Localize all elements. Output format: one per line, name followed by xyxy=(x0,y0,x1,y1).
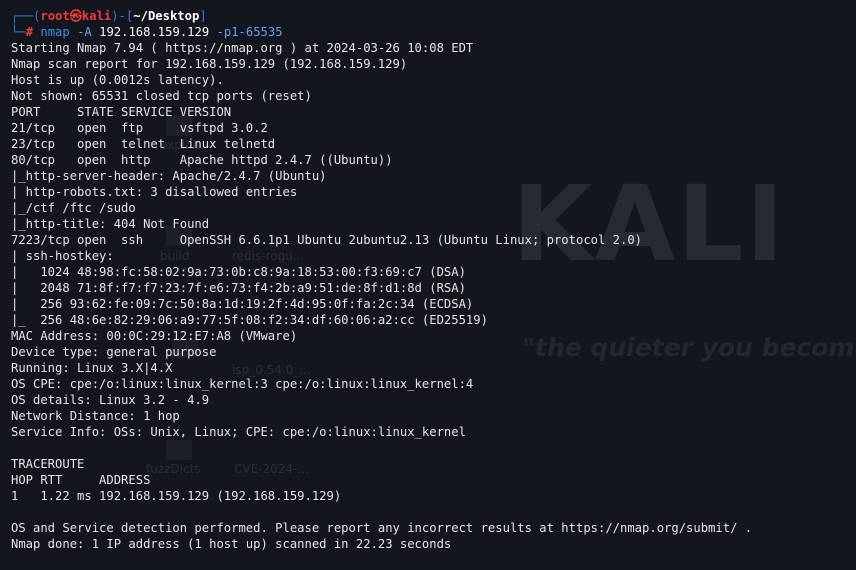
output-line: 7223/tcp open ssh OpenSSH 6.6.1p1 Ubuntu… xyxy=(11,233,643,247)
output-line: 1 1.22 ms 192.168.159.129 (192.168.159.1… xyxy=(11,489,342,503)
prompt-frame: ┌──( xyxy=(11,9,41,23)
output-line: Nmap scan report for 192.168.159.129 (19… xyxy=(11,57,408,71)
output-line: | 1024 48:98:fc:58:02:9a:73:0b:c8:9a:18:… xyxy=(11,265,466,279)
prompt-frame-mid: )-[ xyxy=(111,9,134,23)
output-line: |_http-title: 404 Not Found xyxy=(11,217,210,231)
output-line: 80/tcp open http Apache httpd 2.4.7 ((Ub… xyxy=(11,153,393,167)
output-line: 21/tcp open ftp vsftpd 3.0.2 xyxy=(11,121,268,135)
output-line: OS and Service detection performed. Plea… xyxy=(11,521,753,535)
output-line: Service Info: OSs: Unix, Linux; CPE: cpe… xyxy=(11,425,466,439)
output-line: OS CPE: cpe:/o:linux:linux_kernel:3 cpe:… xyxy=(11,377,474,391)
command-line: └─# nmap -A 192.168.159.129 -p1-65535 xyxy=(11,24,752,40)
output-line: 23/tcp open telnet Linux telnetd xyxy=(11,137,276,151)
prompt-path: ~/Desktop xyxy=(133,9,200,23)
output-line: Device type: general purpose xyxy=(11,345,217,359)
output-line: Network Distance: 1 hop xyxy=(11,409,180,423)
output-line: Running: Linux 3.X|4.X xyxy=(11,361,173,375)
output-line: HOP RTT ADDRESS xyxy=(11,473,151,487)
output-line: TRACEROUTE xyxy=(11,457,85,471)
output-line: |_/ctf /ftc /sudo xyxy=(11,201,136,215)
output-line: Host is up (0.0012s latency). xyxy=(11,73,224,87)
command-ports: -p1-65535 xyxy=(216,25,283,39)
output-line: | http-robots.txt: 3 disallowed entries xyxy=(11,185,298,199)
output-line: |_http-server-header: Apache/2.4.7 (Ubun… xyxy=(11,169,327,183)
output-line: Not shown: 65531 closed tcp ports (reset… xyxy=(11,89,312,103)
output-line: |_ 256 48:6e:82:29:06:a9:77:5f:08:f2:34:… xyxy=(11,313,488,327)
output-line: Nmap done: 1 IP address (1 host up) scan… xyxy=(11,537,452,551)
skull-icon: ㉿ xyxy=(69,9,82,23)
command-output: Starting Nmap 7.94 ( https://nmap.org ) … xyxy=(11,40,752,552)
prompt-hash: # xyxy=(25,25,34,39)
prompt-host: kali xyxy=(81,9,112,23)
output-line: PORT STATE SERVICE VERSION xyxy=(11,105,232,119)
command-target: 192.168.159.129 xyxy=(99,25,210,39)
command-option: -A xyxy=(77,25,92,39)
prompt-user: root xyxy=(40,9,70,23)
output-line: OS details: Linux 3.2 - 4.9 xyxy=(11,393,210,407)
output-line: | 256 93:62:fe:09:7c:50:8a:1d:19:2f:4d:9… xyxy=(11,297,474,311)
terminal-content: ┌──(root㉿kali)-[~/Desktop] └─# nmap -A 1… xyxy=(11,8,752,552)
terminal-window[interactable]: KALI "the quieter you become exploit... … xyxy=(0,0,856,570)
prompt-frame-bottom: └─ xyxy=(11,25,26,39)
output-line: | ssh-hostkey: xyxy=(11,249,114,263)
prompt-frame-end: ] xyxy=(199,9,207,23)
output-line: MAC Address: 00:0C:29:12:E7:A8 (VMware) xyxy=(11,329,298,343)
output-line: Starting Nmap 7.94 ( https://nmap.org ) … xyxy=(11,41,474,55)
output-line: | 2048 71:8f:f7:f7:23:7f:e6:73:f4:2b:a9:… xyxy=(11,281,466,295)
command-name: nmap xyxy=(40,25,70,39)
prompt-line: ┌──(root㉿kali)-[~/Desktop] xyxy=(11,8,752,24)
